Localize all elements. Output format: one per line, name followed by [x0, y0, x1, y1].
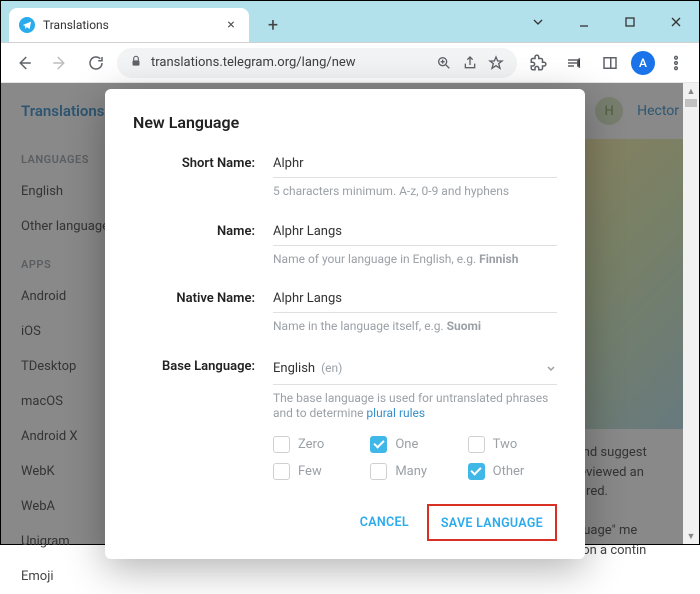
- browser-tab[interactable]: Translations ×: [9, 8, 249, 42]
- sidebar-item-emoji[interactable]: Emoji: [21, 559, 161, 594]
- scroll-thumb[interactable]: [685, 99, 697, 107]
- window-maximize-icon[interactable]: [607, 1, 653, 42]
- check-few[interactable]: Few: [273, 463, 362, 480]
- plural-rules-link[interactable]: plural rules: [366, 406, 425, 420]
- reload-button[interactable]: [81, 48, 111, 78]
- native-name-input[interactable]: [273, 287, 557, 313]
- window-controls-group: [515, 1, 699, 42]
- forward-button[interactable]: [45, 48, 75, 78]
- scroll-down-arrow[interactable]: ▼: [683, 528, 699, 544]
- media-control-icon[interactable]: [559, 48, 589, 78]
- label-base-language: Base Language:: [133, 355, 273, 490]
- avatar-letter: A: [639, 56, 647, 70]
- check-zero[interactable]: Zero: [273, 436, 362, 453]
- profile-avatar[interactable]: A: [631, 51, 655, 75]
- modal-title: New Language: [133, 113, 557, 132]
- check-two[interactable]: Two: [468, 436, 557, 453]
- label-native-name: Native Name:: [133, 287, 273, 349]
- vertical-scrollbar[interactable]: ▲ ▼: [683, 83, 699, 544]
- extensions-icon[interactable]: [523, 48, 553, 78]
- zoom-icon[interactable]: [435, 55, 453, 71]
- check-many[interactable]: Many: [370, 463, 459, 480]
- short-name-input[interactable]: [273, 152, 557, 178]
- lock-icon: [129, 54, 143, 72]
- name-input[interactable]: [273, 220, 557, 246]
- cancel-button[interactable]: CANCEL: [346, 504, 423, 541]
- bookmark-icon[interactable]: [487, 55, 505, 71]
- save-button-highlight: SAVE LANGUAGE: [427, 504, 557, 541]
- base-language-select[interactable]: English (en): [273, 355, 557, 385]
- back-button[interactable]: [9, 48, 39, 78]
- browser-toolbar: translations.telegram.org/lang/new A: [1, 43, 699, 83]
- tab-title: Translations: [43, 18, 215, 32]
- share-icon[interactable]: [461, 55, 479, 71]
- hint-short-name: 5 characters minimum. A-z, 0-9 and hyphe…: [273, 184, 557, 200]
- sidepanel-icon[interactable]: [595, 48, 625, 78]
- url-text: translations.telegram.org/lang/new: [151, 55, 427, 70]
- chevron-down-icon: [545, 359, 557, 378]
- save-language-button[interactable]: SAVE LANGUAGE: [439, 514, 545, 533]
- window-close-icon[interactable]: [653, 1, 699, 42]
- hint-base-language: The base language is used for untranslat…: [273, 391, 557, 422]
- close-tab-icon[interactable]: ×: [223, 17, 239, 33]
- hint-name: Name of your language in English, e.g. F…: [273, 252, 557, 268]
- menu-icon[interactable]: [661, 48, 691, 78]
- window-dropdown-icon[interactable]: [515, 1, 561, 42]
- check-other[interactable]: Other: [468, 463, 557, 480]
- window-minimize-icon[interactable]: [561, 1, 607, 42]
- window-titlebar: Translations × +: [1, 1, 699, 43]
- label-name: Name:: [133, 220, 273, 282]
- plural-checks: Zero One Two Few Many Other: [273, 436, 557, 480]
- modal-actions: CANCEL SAVE LANGUAGE: [133, 504, 557, 541]
- hint-native-name: Name in the language itself, e.g. Suomi: [273, 319, 557, 335]
- new-tab-button[interactable]: +: [259, 11, 287, 39]
- check-one[interactable]: One: [370, 436, 459, 453]
- new-language-modal: New Language Short Name: 5 characters mi…: [105, 89, 585, 559]
- label-short-name: Short Name:: [133, 152, 273, 214]
- scroll-up-arrow[interactable]: ▲: [683, 83, 699, 99]
- address-bar[interactable]: translations.telegram.org/lang/new: [117, 48, 517, 78]
- telegram-icon: [19, 17, 35, 33]
